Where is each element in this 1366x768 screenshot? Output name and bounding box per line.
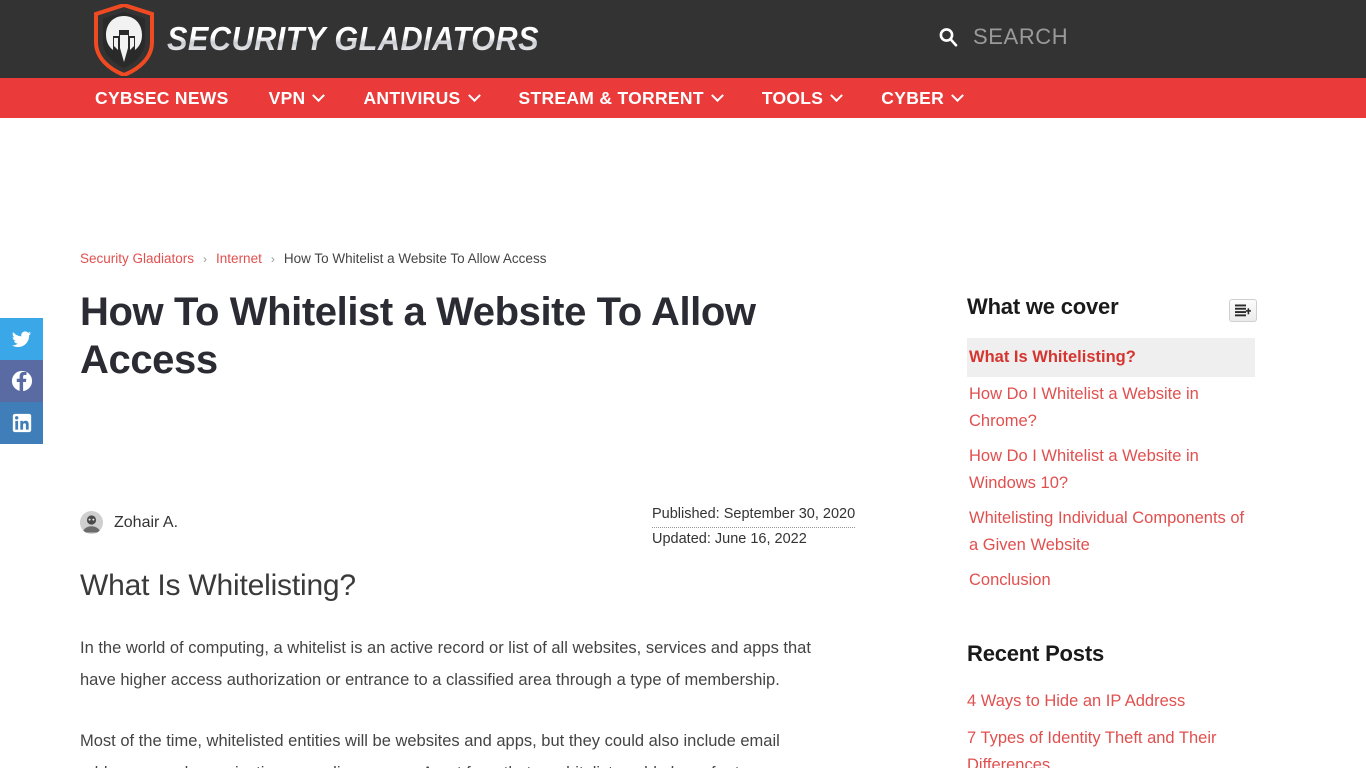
linkedin-icon xyxy=(12,413,32,433)
site-header: SECURITY GLADIATORS SEARCH xyxy=(0,0,1366,78)
chevron-down-icon xyxy=(830,88,844,102)
recent-posts-title: Recent Posts xyxy=(967,641,1104,666)
list-toggle-icon xyxy=(1235,304,1251,317)
nav-item-stream-torrent[interactable]: STREAM & TORRENT xyxy=(518,87,724,109)
section-heading: What Is Whitelisting? xyxy=(80,569,356,602)
nav-item-antivirus[interactable]: ANTIVIRUS xyxy=(363,87,481,109)
breadcrumb-separator: › xyxy=(270,251,275,266)
toc-item-active[interactable]: What Is Whitelisting? xyxy=(967,338,1255,377)
toc-list: What Is Whitelisting? How Do I Whitelist… xyxy=(967,338,1257,598)
nav-item-cyber[interactable]: CYBER xyxy=(881,87,964,109)
search-input[interactable]: SEARCH xyxy=(938,24,1068,50)
toc-item[interactable]: How Do I Whitelist a Website in Chrome? xyxy=(967,377,1257,439)
nav-label: ANTIVIRUS xyxy=(363,87,461,108)
author-name: Zohair A. xyxy=(114,513,179,531)
avatar xyxy=(80,511,103,534)
nav-label: STREAM & TORRENT xyxy=(518,87,704,108)
article-dates: Published: September 30, 2020 Updated: J… xyxy=(652,503,856,551)
shield-helmet-icon xyxy=(93,2,155,76)
facebook-icon xyxy=(11,370,33,392)
nav-label: CYBER xyxy=(881,87,945,108)
chevron-down-icon xyxy=(951,88,964,102)
search-placeholder: SEARCH xyxy=(973,24,1069,49)
toc-header: What we cover xyxy=(967,294,1257,322)
recent-post-item[interactable]: 4 Ways to Hide an IP Address xyxy=(967,683,1257,720)
chevron-down-icon xyxy=(467,88,481,102)
updated-date: Updated: June 16, 2022 xyxy=(652,531,807,547)
published-date: Published: September 30, 2020 xyxy=(652,503,856,528)
nav-label: TOOLS xyxy=(761,87,824,108)
chevron-down-icon xyxy=(312,88,326,102)
site-logo[interactable]: SECURITY GLADIATORS xyxy=(93,0,567,78)
toc-title: What we cover xyxy=(967,294,1119,319)
breadcrumb-category[interactable]: Internet xyxy=(216,251,262,266)
nav-item-tools[interactable]: TOOLS xyxy=(761,87,844,109)
article-meta: Zohair A. Published: September 30, 2020 … xyxy=(80,401,870,547)
breadcrumb-current: How To Whitelist a Website To Allow Acce… xyxy=(283,251,547,266)
nav-label: VPN xyxy=(268,87,306,108)
article-paragraph-2: Most of the time, whitelisted entities w… xyxy=(80,732,780,768)
brand-name: SECURITY GLADIATORS xyxy=(167,20,540,57)
page-title: How To Whitelist a Website To Allow Acce… xyxy=(80,290,756,382)
main-navigation: CYBSEC NEWS VPN ANTIVIRUS STREAM & TORRE… xyxy=(0,78,1366,118)
toc-item[interactable]: How Do I Whitelist a Website in Windows … xyxy=(967,439,1257,501)
recent-posts-list: 4 Ways to Hide an IP Address 7 Types of … xyxy=(967,683,1257,768)
nav-item-vpn[interactable]: VPN xyxy=(268,87,326,109)
toc-item[interactable]: Whitelisting Individual Components of a … xyxy=(967,501,1257,563)
share-twitter-button[interactable] xyxy=(0,318,43,360)
share-linkedin-button[interactable] xyxy=(0,402,43,444)
nav-label: CYBSEC NEWS xyxy=(95,87,229,108)
breadcrumb-home[interactable]: Security Gladiators xyxy=(80,251,194,266)
share-facebook-button[interactable] xyxy=(0,360,43,402)
breadcrumb: Security Gladiators › Internet › How To … xyxy=(80,251,546,266)
sidebar: What we cover What Is Whitelisting? How … xyxy=(967,294,1257,768)
toc-toggle-button[interactable] xyxy=(1229,299,1257,322)
social-share-rail xyxy=(0,318,43,444)
author-byline[interactable]: Zohair A. xyxy=(80,511,178,534)
article: How To Whitelist a Website To Allow Acce… xyxy=(80,288,870,768)
page-body: Security Gladiators › Internet › How To … xyxy=(0,118,1366,768)
breadcrumb-separator: › xyxy=(203,251,208,266)
chevron-down-icon xyxy=(710,88,724,102)
twitter-icon xyxy=(11,329,32,350)
article-paragraph-1: In the world of computing, a whitelist i… xyxy=(80,639,811,689)
toc-item[interactable]: Conclusion xyxy=(967,563,1257,598)
nav-item-cybsec-news[interactable]: CYBSEC NEWS xyxy=(95,88,229,109)
search-icon xyxy=(938,27,958,47)
recent-post-item[interactable]: 7 Types of Identity Theft and Their Diff… xyxy=(967,720,1257,768)
